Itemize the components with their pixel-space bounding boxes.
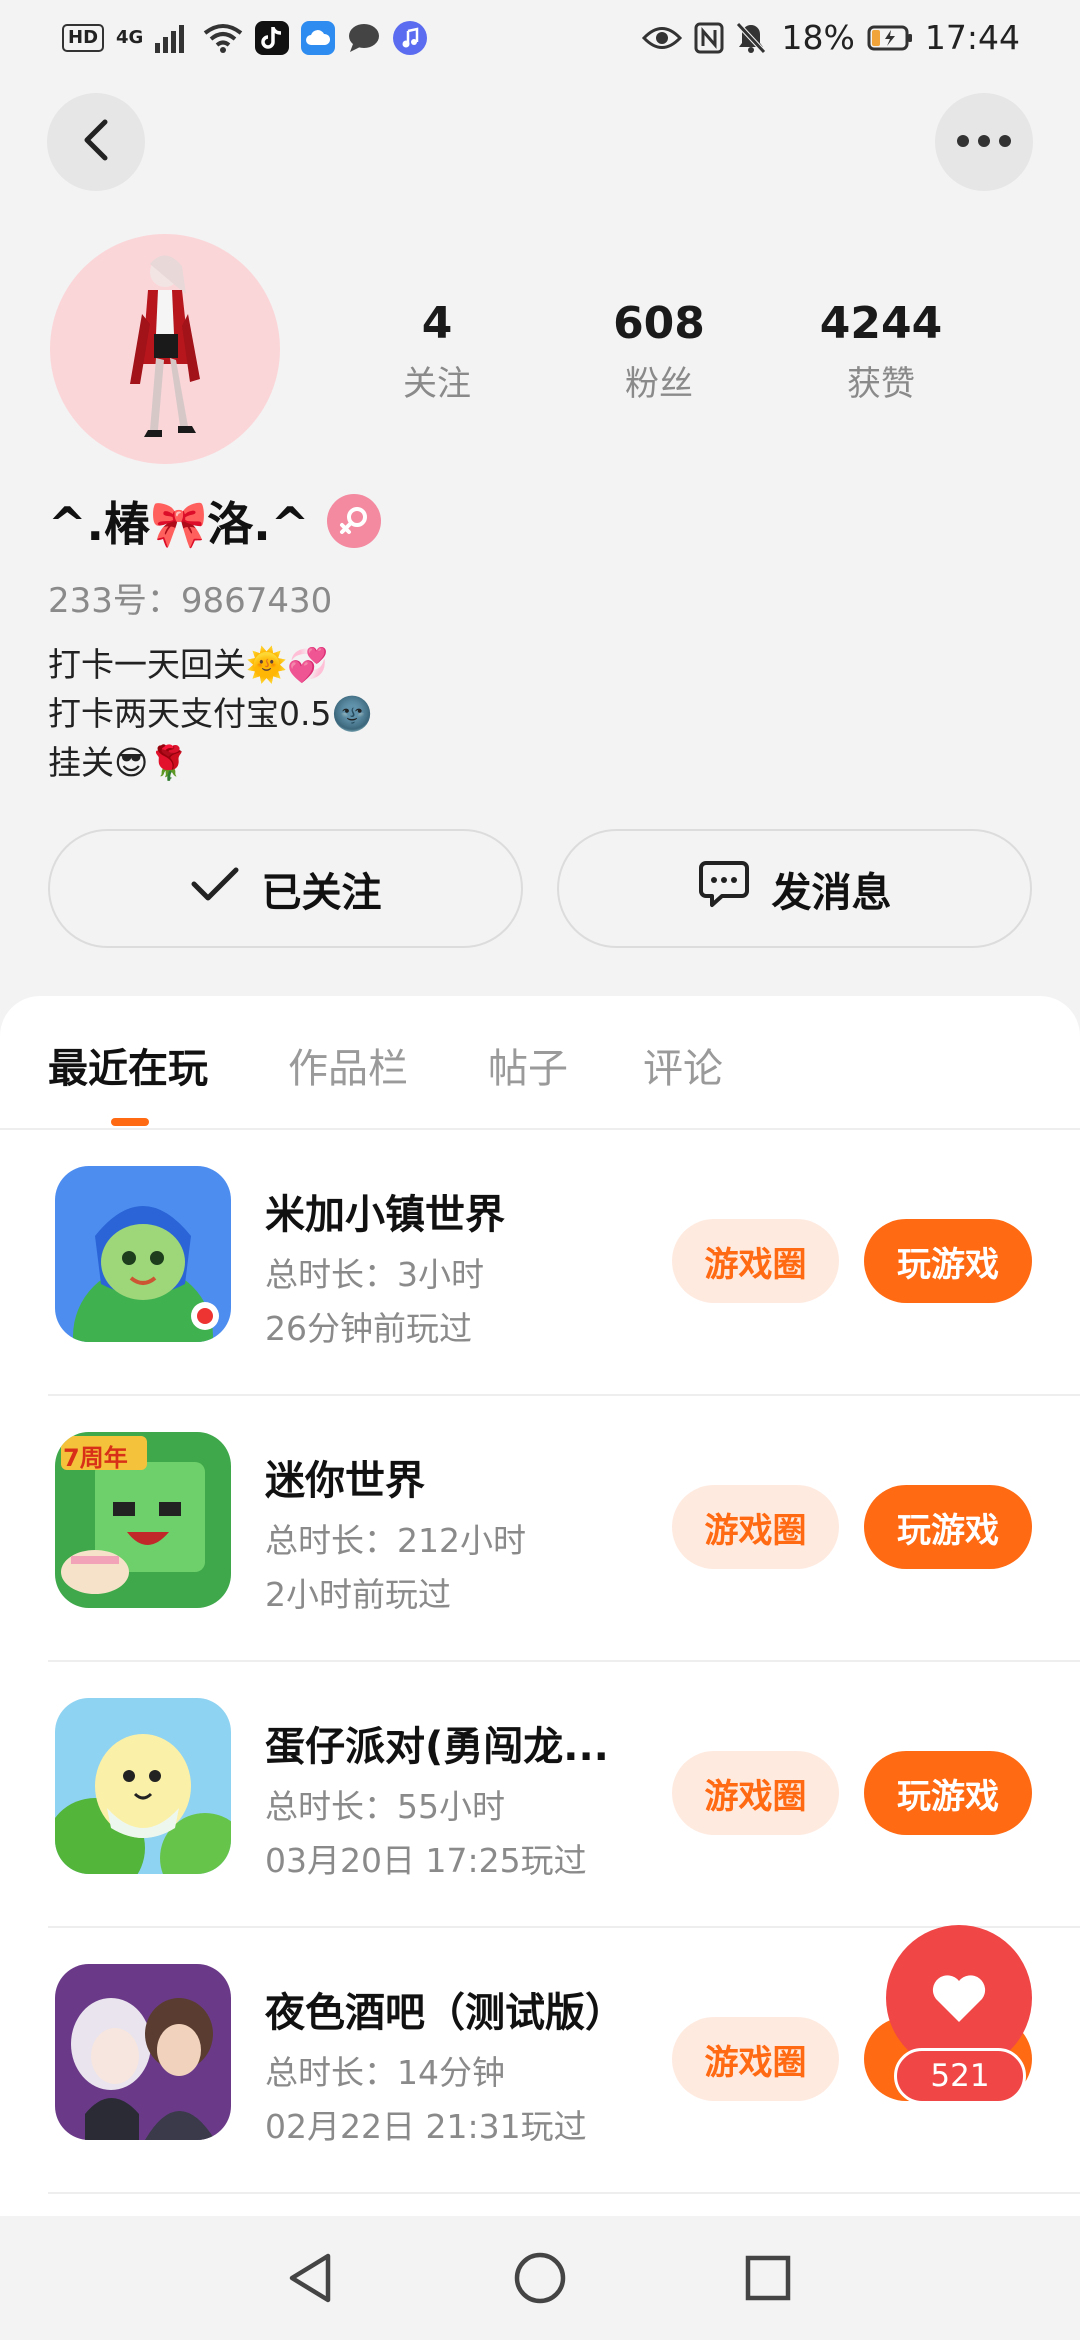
tab-works[interactable]: 作品栏 — [288, 1036, 408, 1094]
more-options-button[interactable] — [935, 93, 1033, 191]
game-circle-button[interactable]: 游戏圈 — [672, 1485, 839, 1569]
game-icon-eggy-party[interactable] — [55, 1698, 231, 1874]
play-game-button[interactable]: 玩游戏 — [864, 1219, 1032, 1303]
bio: 打卡一天回关🌞💞 打卡两天支付宝0.5🌚 挂关😎🌹 — [48, 640, 373, 787]
system-nav-bar — [0, 2216, 1080, 2340]
status-bar-right: 18% 17:44 — [641, 18, 1020, 57]
nav-back-icon[interactable] — [278, 2246, 342, 2310]
status-bar-left: HD 4G — [62, 20, 428, 55]
game-icon-miga-town[interactable] — [55, 1166, 231, 1342]
hd-indicator: HD — [62, 23, 105, 52]
stat-likes[interactable]: 4244 获赞 — [770, 296, 992, 405]
chat-icon — [347, 22, 381, 54]
wifi-icon — [203, 23, 243, 53]
tab-bar: 最近在玩 作品栏 帖子 评论 — [0, 996, 1080, 1130]
game-row[interactable]: 米加小镇世界 总时长：3小时 26分钟前玩过 游戏圈 玩游戏 — [0, 1130, 1080, 1396]
nav-home-icon[interactable] — [508, 2246, 572, 2310]
status-bar: HD 4G 18% 17:44 — [0, 0, 1080, 75]
more-dots-icon — [956, 133, 1012, 152]
game-name: 蛋仔派对(勇闯龙... — [265, 1724, 609, 1770]
nickname-row: ^.椿🎀洛.^ — [48, 488, 382, 554]
row-divider — [48, 2192, 1080, 2194]
message-bubble-icon — [698, 859, 750, 919]
game-name: 迷你世界 — [265, 1458, 425, 1504]
floating-like-button[interactable]: 521 — [886, 1925, 1032, 2119]
like-count: 521 — [894, 2048, 1026, 2104]
network-type: 4G — [116, 26, 144, 48]
avatar[interactable] — [50, 234, 280, 464]
game-duration: 总时长：14分钟 — [265, 2053, 505, 2092]
profile-stats: 4 关注 608 粉丝 4244 获赞 — [326, 296, 1016, 405]
game-row[interactable]: 7周年 迷你世界 总时长：212小时 2小时前玩过 游戏圈 玩游戏 — [0, 1396, 1080, 1662]
game-name: 米加小镇世界 — [265, 1192, 505, 1238]
play-game-button[interactable]: 玩游戏 — [864, 1485, 1032, 1569]
game-icon-night-bar[interactable] — [55, 1964, 231, 2140]
stat-value: 4 — [421, 298, 453, 349]
user-id: 233号：9867430 — [48, 581, 333, 621]
game-row[interactable]: 蛋仔派对(勇闯龙... 总时长：55小时 03月20日 17:25玩过 游戏圈 … — [0, 1662, 1080, 1928]
stat-following[interactable]: 4 关注 — [326, 296, 548, 405]
game-name: 夜色酒吧（测试版） — [265, 1990, 625, 2036]
mute-icon — [735, 21, 766, 54]
tab-recently-played[interactable]: 最近在玩 — [48, 1036, 208, 1094]
bio-line: 打卡一天回关🌞💞 — [48, 645, 329, 684]
stat-followers[interactable]: 608 粉丝 — [548, 296, 770, 405]
stat-label: 关注 — [403, 364, 471, 404]
stat-value: 608 — [613, 298, 705, 349]
game-last-played: 2小时前玩过 — [265, 1575, 451, 1614]
game-circle-button[interactable]: 游戏圈 — [672, 2017, 839, 2101]
nickname: ^.椿🎀洛.^ — [48, 497, 310, 551]
clock: 17:44 — [924, 18, 1020, 57]
checkmark-icon — [190, 864, 240, 914]
battery-percent: 18% — [781, 18, 855, 57]
play-game-button[interactable]: 玩游戏 — [864, 1751, 1032, 1835]
bio-line: 打卡两天支付宝0.5🌚 — [48, 694, 373, 733]
back-button[interactable] — [47, 93, 145, 191]
stat-value: 4244 — [819, 298, 943, 349]
game-last-played: 03月20日 17:25玩过 — [265, 1841, 587, 1880]
game-duration: 总时长：55小时 — [265, 1787, 505, 1826]
message-label: 发消息 — [771, 869, 892, 916]
game-last-played: 02月22日 21:31玩过 — [265, 2107, 587, 2146]
tab-comments[interactable]: 评论 — [643, 1036, 723, 1094]
nfc-icon — [694, 22, 724, 54]
game-circle-button[interactable]: 游戏圈 — [672, 1751, 839, 1835]
game-circle-button[interactable]: 游戏圈 — [672, 1219, 839, 1303]
heart-icon — [932, 1975, 986, 2022]
anniversary-badge: 7周年 — [63, 1444, 128, 1472]
bio-line: 挂关😎🌹 — [48, 743, 190, 782]
following-label: 已关注 — [261, 869, 382, 916]
eye-icon — [641, 25, 682, 51]
game-duration: 总时长：3小时 — [265, 1255, 484, 1294]
tab-posts[interactable]: 帖子 — [488, 1036, 568, 1094]
female-gender-icon — [327, 494, 382, 548]
game-icon-mini-world[interactable]: 7周年 — [55, 1432, 231, 1608]
game-duration: 总时长：212小时 — [265, 1521, 526, 1560]
following-button[interactable]: 已关注 — [48, 829, 523, 948]
chevron-left-icon — [81, 118, 111, 166]
battery-icon — [867, 24, 913, 52]
tiktok-icon — [255, 20, 290, 55]
music-icon — [393, 20, 428, 55]
signal-icon — [155, 23, 191, 53]
stat-label: 获赞 — [847, 364, 915, 404]
game-last-played: 26分钟前玩过 — [265, 1309, 472, 1348]
send-message-button[interactable]: 发消息 — [557, 829, 1032, 948]
tab-indicator — [111, 1118, 149, 1126]
avatar-figure-icon — [130, 255, 200, 437]
nav-recents-icon[interactable] — [736, 2246, 800, 2310]
stat-label: 粉丝 — [625, 364, 693, 404]
cloud-icon — [301, 20, 336, 55]
